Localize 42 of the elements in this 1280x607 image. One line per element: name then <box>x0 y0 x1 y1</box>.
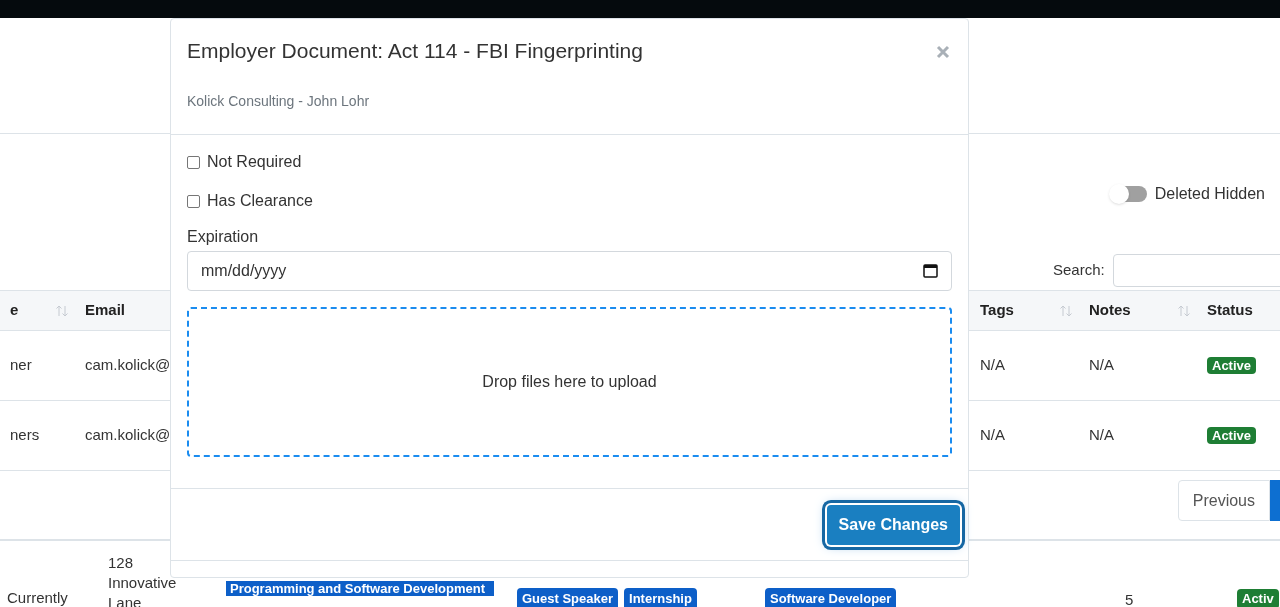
modal-title: Employer Document: Act 114 - FBI Fingerprinting <box>187 38 643 64</box>
field-label: Expiration <box>187 227 260 247</box>
tag: Internship <box>624 588 697 607</box>
column-header[interactable]: Status <box>1207 299 1253 322</box>
status-badge: Activ <box>1237 589 1279 607</box>
dropzone[interactable]: Drop files here to upload <box>187 307 952 457</box>
date-field[interactable]: mm/dd/yyyy <box>187 251 952 291</box>
close-icon[interactable] <box>936 45 950 59</box>
status-badge: Active <box>1207 427 1257 445</box>
toggle-switch[interactable] <box>1110 186 1147 202</box>
dropzone-text: Drop files here to upload <box>482 372 657 392</box>
table-cell: N/A <box>1089 356 1114 374</box>
table-cell: N/A <box>980 356 1005 374</box>
column-header[interactable]: Tags <box>980 299 1014 322</box>
table-cell: ner <box>10 356 32 374</box>
search-field[interactable] <box>1112 254 1280 287</box>
sort-icon[interactable] <box>55 303 69 318</box>
table-cell-text: 5 <box>1125 590 1135 607</box>
checkbox-label: Has Clearance <box>207 191 313 211</box>
table-cell: ners <box>10 426 40 444</box>
checkbox[interactable] <box>187 155 200 169</box>
table-cell-text: Currently <box>6 588 69 607</box>
category-tag: Programming and Software Development <box>226 581 494 596</box>
sort-icon[interactable] <box>1059 303 1073 318</box>
sort-icon[interactable] <box>1177 303 1191 318</box>
table-cell: N/A <box>1089 426 1114 444</box>
calendar-icon[interactable] <box>923 263 938 278</box>
checkbox-label: Not Required <box>207 152 302 172</box>
table-cell: cam.kolick@ <box>85 426 171 444</box>
status-badge: Active <box>1207 357 1257 375</box>
column-header[interactable]: Notes <box>1089 299 1131 322</box>
search-label: Search: <box>1053 260 1105 281</box>
column-header[interactable]: Email <box>85 299 126 322</box>
checkbox[interactable] <box>187 194 200 208</box>
tag: Guest Speaker <box>517 588 619 607</box>
table-cell: cam.kolick@ <box>85 356 171 374</box>
toggle-label: Deleted Hidden <box>1154 184 1265 204</box>
column-header[interactable]: e <box>10 299 19 322</box>
table-cell: N/A <box>980 426 1005 444</box>
modal-subtitle: Kolick Consulting - John Lohr <box>187 91 371 111</box>
tag: Software Developer <box>765 588 897 607</box>
previous-button[interactable]: Previous <box>1177 480 1270 521</box>
